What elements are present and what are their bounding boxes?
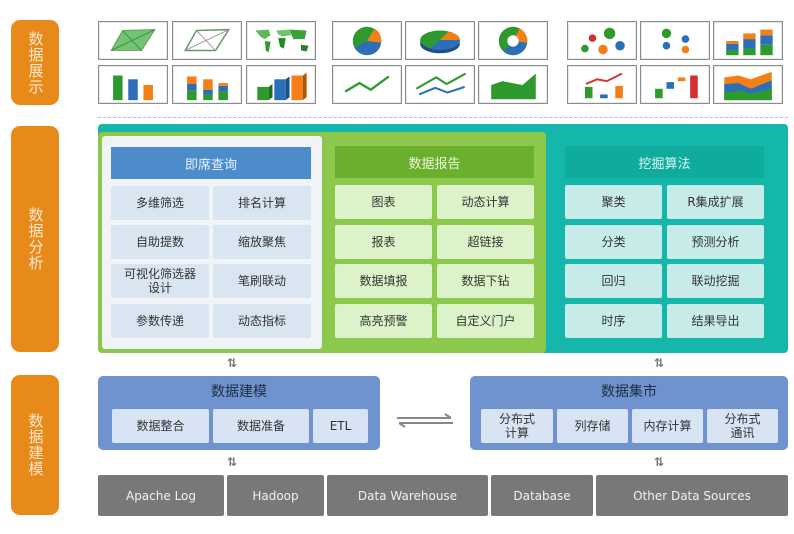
donut-chart-icon: [478, 21, 548, 60]
report-title: 数据报告: [335, 146, 534, 178]
scatter-chart-icon: [640, 21, 710, 60]
source-data-warehouse[interactable]: Data Warehouse: [327, 475, 488, 516]
bar-chart-icon: [98, 65, 168, 104]
data-modeling-box: 数据建模 数据整合 数据准备 ETL: [98, 376, 380, 450]
source-apache-log[interactable]: Apache Log: [98, 475, 224, 516]
mining-item[interactable]: 回归: [565, 264, 662, 298]
bidirectional-arrow-icon: ⇅: [226, 356, 238, 370]
layer-label-display: 数据展示: [11, 20, 59, 105]
query-item[interactable]: 动态指标: [213, 304, 311, 338]
radar-filled-chart-icon: [98, 21, 168, 60]
report-item[interactable]: 超链接: [437, 225, 534, 259]
mining-item[interactable]: R集成扩展: [667, 185, 764, 219]
query-item[interactable]: 笔刷联动: [213, 264, 311, 298]
modeling-item[interactable]: 数据整合: [112, 409, 209, 443]
mart-item[interactable]: 内存计算: [632, 409, 703, 443]
pie-chart-icon: [332, 21, 402, 60]
stacked-bar-chart-icon: [172, 65, 242, 104]
exchange-arrow-icon: [397, 413, 453, 428]
radar-line-chart-icon: [172, 21, 242, 60]
bar-3d-chart-icon: [246, 65, 316, 104]
query-item[interactable]: 排名计算: [213, 186, 311, 220]
query-item[interactable]: 自助提数: [111, 225, 209, 259]
report-item[interactable]: 高亮预警: [335, 304, 432, 338]
query-item[interactable]: 缩放聚焦: [213, 225, 311, 259]
data-mart-title: 数据集市: [601, 384, 657, 400]
mining-item[interactable]: 联动挖掘: [667, 264, 764, 298]
mart-item[interactable]: 分布式 通讯: [707, 409, 778, 443]
report-item[interactable]: 数据下钻: [437, 264, 534, 298]
mining-item[interactable]: 分类: [565, 225, 662, 259]
report-item[interactable]: 报表: [335, 225, 432, 259]
mining-item[interactable]: 时序: [565, 304, 662, 338]
mining-title: 挖掘算法: [565, 146, 764, 178]
bidirectional-arrow-icon: ⇅: [226, 455, 238, 469]
modeling-item[interactable]: 数据准备: [213, 409, 309, 443]
data-modeling-title: 数据建模: [211, 384, 267, 400]
area-chart-icon: [478, 65, 548, 104]
report-item[interactable]: 自定义门户: [437, 304, 534, 338]
report-item[interactable]: 数据填报: [335, 264, 432, 298]
mining-item[interactable]: 预测分析: [667, 225, 764, 259]
line-chart-icon: [332, 65, 402, 104]
mining-item[interactable]: 结果导出: [667, 304, 764, 338]
query-item[interactable]: 多维筛选: [111, 186, 209, 220]
section-divider: [98, 117, 788, 118]
query-title: 即席查询: [111, 147, 311, 179]
layer-label-modeling: 数据建模: [11, 375, 59, 515]
report-item[interactable]: 动态计算: [437, 185, 534, 219]
source-other[interactable]: Other Data Sources: [596, 475, 788, 516]
data-mart-box: 数据集市 分布式 计算 列存储 内存计算 分布式 通讯: [470, 376, 788, 450]
query-item[interactable]: 参数传递: [111, 304, 209, 338]
bidirectional-arrow-icon: ⇅: [653, 356, 665, 370]
stacked-area-chart-icon: [713, 65, 783, 104]
bidirectional-arrow-icon: ⇅: [653, 455, 665, 469]
waterfall-chart-icon: [640, 65, 710, 104]
combo-bar-line-chart-icon: [567, 65, 637, 104]
multi-line-chart-icon: [405, 65, 475, 104]
mining-item[interactable]: 聚类: [565, 185, 662, 219]
bubble-chart-icon: [567, 21, 637, 60]
mart-item[interactable]: 分布式 计算: [481, 409, 553, 443]
stacked-bar-3d-chart-icon: [713, 21, 783, 60]
world-map-chart-icon: [246, 21, 316, 60]
pie-3d-chart-icon: [405, 21, 475, 60]
modeling-item[interactable]: ETL: [313, 409, 368, 443]
source-hadoop[interactable]: Hadoop: [227, 475, 324, 516]
layer-label-analysis: 数据分析: [11, 126, 59, 352]
mart-item[interactable]: 列存储: [557, 409, 628, 443]
report-item[interactable]: 图表: [335, 185, 432, 219]
source-database[interactable]: Database: [491, 475, 593, 516]
query-item[interactable]: 可视化筛选器 设计: [111, 264, 209, 298]
